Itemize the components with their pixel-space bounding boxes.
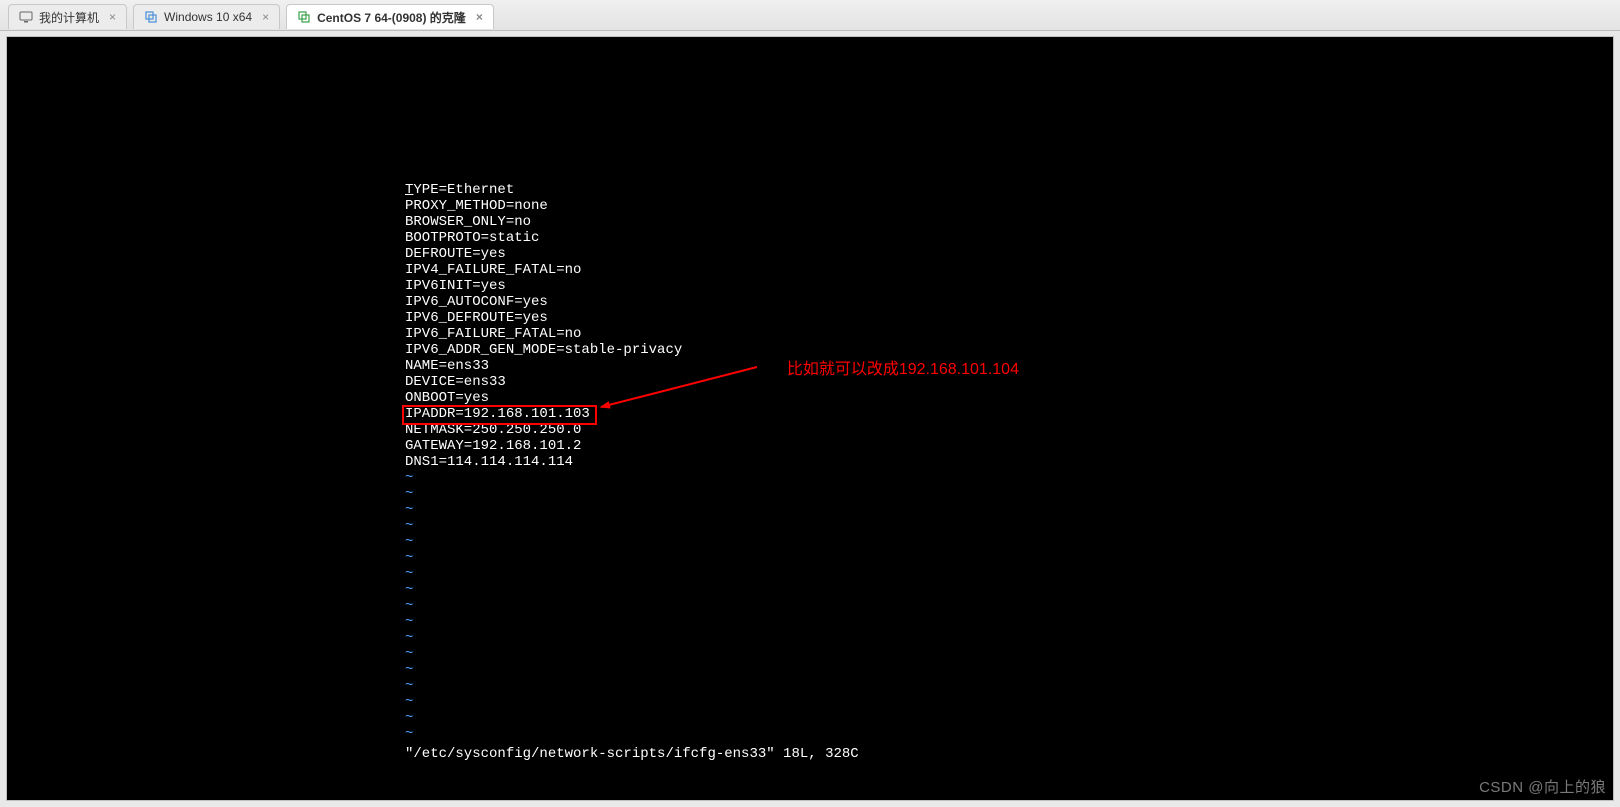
empty-line-tilde: ~: [405, 678, 859, 694]
annotation-text: 比如就可以改成192.168.101.104: [787, 355, 1019, 379]
empty-line-tilde: ~: [405, 694, 859, 710]
config-line: TYPE=Ethernet: [405, 182, 859, 198]
config-line: IPV6_DEFROUTE=yes: [405, 310, 859, 326]
vi-status-line: "/etc/sysconfig/network-scripts/ifcfg-en…: [405, 746, 859, 762]
config-line: NETMASK=250.250.250.0: [405, 422, 859, 438]
close-icon[interactable]: ×: [109, 10, 116, 24]
config-line: BOOTPROTO=static: [405, 230, 859, 246]
config-line: GATEWAY=192.168.101.2: [405, 438, 859, 454]
config-line: DEFROUTE=yes: [405, 246, 859, 262]
terminal-output: TYPE=EthernetPROXY_METHOD=noneBROWSER_ON…: [405, 182, 859, 762]
empty-line-tilde: ~: [405, 550, 859, 566]
config-line: IPADDR=192.168.101.103: [405, 406, 859, 422]
tab-windows[interactable]: Windows 10 x64 ×: [133, 4, 280, 29]
empty-line-tilde: ~: [405, 502, 859, 518]
config-line: DNS1=114.114.114.114: [405, 454, 859, 470]
config-line: IPV6_FAILURE_FATAL=no: [405, 326, 859, 342]
tab-label: CentOS 7 64-(0908) 的克隆: [317, 9, 466, 26]
config-line: BROWSER_ONLY=no: [405, 214, 859, 230]
tab-centos[interactable]: CentOS 7 64-(0908) 的克隆 ×: [286, 4, 494, 29]
empty-line-tilde: ~: [405, 582, 859, 598]
config-line: IPV6INIT=yes: [405, 278, 859, 294]
empty-line-tilde: ~: [405, 534, 859, 550]
empty-line-tilde: ~: [405, 614, 859, 630]
vm-icon: [144, 10, 158, 24]
tab-label: Windows 10 x64: [164, 10, 252, 24]
close-icon[interactable]: ×: [476, 10, 483, 24]
config-line: ONBOOT=yes: [405, 390, 859, 406]
config-line: IPV6_AUTOCONF=yes: [405, 294, 859, 310]
empty-line-tilde: ~: [405, 662, 859, 678]
vm-console[interactable]: TYPE=EthernetPROXY_METHOD=noneBROWSER_ON…: [6, 36, 1614, 801]
empty-line-tilde: ~: [405, 518, 859, 534]
monitor-icon: [19, 10, 33, 24]
empty-line-tilde: ~: [405, 470, 859, 486]
tab-label: 我的计算机: [39, 9, 99, 26]
empty-line-tilde: ~: [405, 566, 859, 582]
tab-bar: 我的计算机 × Windows 10 x64 × CentOS 7 64-(09…: [0, 0, 1620, 31]
close-icon[interactable]: ×: [262, 10, 269, 24]
empty-line-tilde: ~: [405, 726, 859, 742]
empty-line-tilde: ~: [405, 710, 859, 726]
config-line: PROXY_METHOD=none: [405, 198, 859, 214]
empty-line-tilde: ~: [405, 630, 859, 646]
tab-my-computer[interactable]: 我的计算机 ×: [8, 4, 127, 29]
watermark: CSDN @向上的狼: [1479, 776, 1606, 797]
config-line: IPV4_FAILURE_FATAL=no: [405, 262, 859, 278]
empty-line-tilde: ~: [405, 646, 859, 662]
empty-line-tilde: ~: [405, 598, 859, 614]
empty-line-tilde: ~: [405, 486, 859, 502]
vm-icon: [297, 10, 311, 24]
